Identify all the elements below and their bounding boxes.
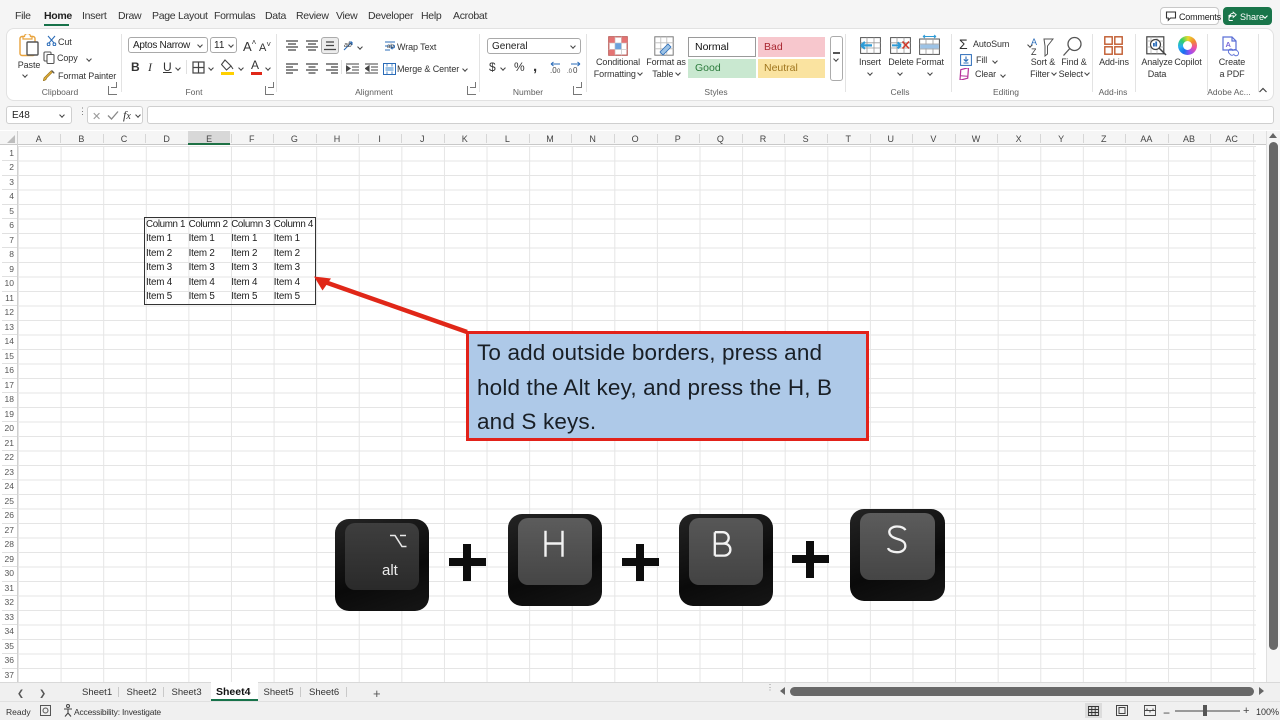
svg-text:0: 0 [557, 69, 561, 74]
svg-text:A: A [1031, 37, 1037, 47]
svg-text:ab: ab [387, 44, 394, 50]
svg-text:.0: .0 [567, 69, 573, 74]
svg-text:0: 0 [573, 66, 578, 74]
svg-text:ab: ab [344, 42, 352, 49]
svg-text:Z: Z [1031, 47, 1037, 57]
svg-text:A: A [1226, 40, 1232, 49]
